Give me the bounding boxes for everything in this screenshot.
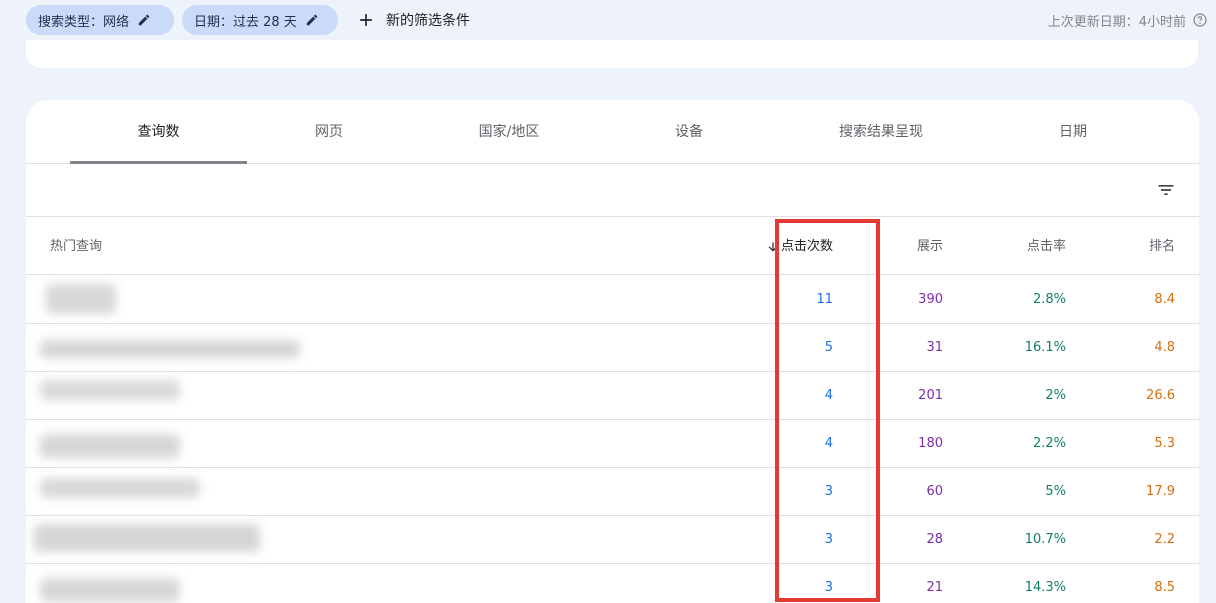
header-clicks-label: 点击次数 xyxy=(780,239,833,254)
ctr-cell: 5% xyxy=(1045,484,1066,499)
impressions-cell: 21 xyxy=(926,580,943,595)
tab-queries[interactable]: 查询数 xyxy=(70,100,247,164)
table-row[interactable]: 4 180 2.2% 5.3 xyxy=(26,420,1199,468)
active-tab-indicator xyxy=(70,161,247,164)
edit-icon xyxy=(138,14,150,26)
header-top-queries[interactable]: 热门查询 xyxy=(50,218,102,275)
impressions-cell: 180 xyxy=(918,436,943,451)
last-updated: 上次更新日期：4小时前 xyxy=(1048,5,1208,35)
impressions-cell: 60 xyxy=(926,484,943,499)
clicks-cell: 4 xyxy=(824,388,833,403)
table-row[interactable]: 3 28 10.7% 2.2 xyxy=(26,516,1199,564)
arrow-down-icon xyxy=(768,241,778,252)
impressions-cell: 28 xyxy=(926,532,943,547)
clicks-cell: 4 xyxy=(824,436,833,451)
redacted-query xyxy=(34,524,260,552)
header-impressions[interactable]: 展示 xyxy=(917,218,943,275)
position-cell: 26.6 xyxy=(1146,388,1175,403)
position-cell: 2.2 xyxy=(1154,532,1175,547)
redacted-query xyxy=(40,578,180,602)
header-clicks[interactable]: 点击次数 xyxy=(766,218,833,275)
ctr-cell: 2% xyxy=(1045,388,1066,403)
table-toolbar xyxy=(26,165,1199,217)
position-cell: 5.3 xyxy=(1154,436,1175,451)
ctr-cell: 2.2% xyxy=(1032,436,1066,451)
search-type-chip-label: 搜索类型：网络 xyxy=(38,14,130,30)
tab-dates[interactable]: 日期 xyxy=(1013,100,1133,164)
header-position[interactable]: 排名 xyxy=(1149,218,1175,275)
impressions-cell: 390 xyxy=(918,292,943,307)
tab-pages[interactable]: 网页 xyxy=(269,100,389,164)
add-filter-button[interactable]: 新的筛选条件 xyxy=(356,5,470,35)
tab-search-appearance[interactable]: 搜索结果呈现 xyxy=(806,100,956,164)
add-icon xyxy=(360,14,372,26)
tab-countries[interactable]: 国家/地区 xyxy=(449,100,569,164)
filter-bar: 搜索类型：网络 日期：过去 28 天 新的筛选条件 上次更新日期：4小时前 xyxy=(0,0,1216,40)
header-ctr[interactable]: 点击率 xyxy=(1027,218,1066,275)
table-row[interactable]: 11 390 2.8% 8.4 xyxy=(26,276,1199,324)
dimension-tabs: 查询数 网页 国家/地区 设备 搜索结果呈现 日期 xyxy=(26,100,1199,164)
impressions-cell: 31 xyxy=(926,340,943,355)
tab-devices[interactable]: 设备 xyxy=(629,100,749,164)
impressions-cell: 201 xyxy=(918,388,943,403)
search-type-chip[interactable]: 搜索类型：网络 xyxy=(26,5,174,35)
clicks-cell: 3 xyxy=(824,532,833,547)
position-cell: 8.4 xyxy=(1154,292,1175,307)
redacted-query xyxy=(40,434,180,458)
table-row[interactable]: 5 31 16.1% 4.8 xyxy=(26,324,1199,372)
ctr-cell: 14.3% xyxy=(1024,580,1066,595)
redacted-query xyxy=(40,478,200,498)
date-chip[interactable]: 日期：过去 28 天 xyxy=(182,5,338,35)
table-row[interactable]: 3 21 14.3% 8.5 xyxy=(26,564,1199,603)
add-filter-label: 新的筛选条件 xyxy=(386,13,470,29)
filter-icon xyxy=(1158,185,1174,195)
redacted-query xyxy=(40,340,300,358)
date-chip-label: 日期：过去 28 天 xyxy=(194,14,297,30)
clicks-cell: 3 xyxy=(824,484,833,499)
clicks-cell: 5 xyxy=(824,340,833,355)
position-cell: 4.8 xyxy=(1154,340,1175,355)
ctr-cell: 16.1% xyxy=(1024,340,1066,355)
table-header: 热门查询 点击次数 展示 点击率 排名 xyxy=(26,218,1199,275)
edit-icon xyxy=(306,14,318,26)
performance-table-card: 查询数 网页 国家/地区 设备 搜索结果呈现 日期 热门查询 点击次数 展示 点… xyxy=(26,100,1199,603)
table-row[interactable]: 4 201 2% 26.6 xyxy=(26,372,1199,420)
redacted-query xyxy=(40,380,180,400)
position-cell: 17.9 xyxy=(1146,484,1175,499)
clicks-cell: 11 xyxy=(816,292,833,307)
position-cell: 8.5 xyxy=(1154,580,1175,595)
help-icon[interactable] xyxy=(1192,12,1208,28)
ctr-cell: 2.8% xyxy=(1032,292,1066,307)
ctr-cell: 10.7% xyxy=(1024,532,1066,547)
table-row[interactable]: 3 60 5% 17.9 xyxy=(26,468,1199,516)
chart-card-bottom xyxy=(26,40,1198,68)
last-updated-text: 上次更新日期：4小时前 xyxy=(1047,14,1186,30)
redacted-query xyxy=(46,284,116,314)
filter-rows-button[interactable] xyxy=(1153,177,1179,203)
clicks-cell: 3 xyxy=(824,580,833,595)
